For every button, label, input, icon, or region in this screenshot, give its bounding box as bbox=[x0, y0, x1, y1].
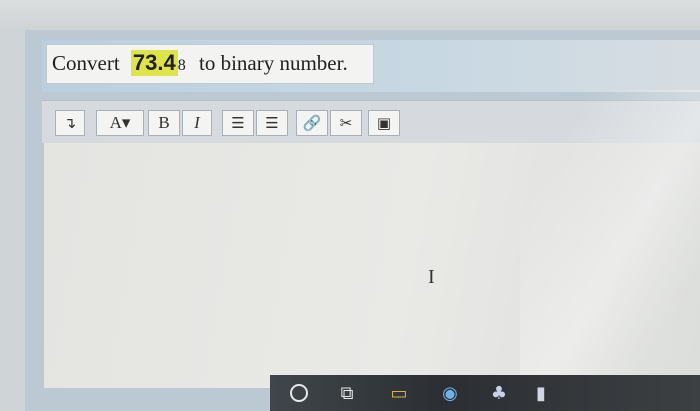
numbered-list-icon: ☰ bbox=[265, 114, 279, 132]
question-prefix: Convert bbox=[52, 51, 120, 75]
file-explorer-icon[interactable]: ▭ bbox=[386, 380, 412, 406]
store-icon[interactable]: ♣ bbox=[486, 380, 512, 406]
question-text: Convert 73.4 8 to binary number. bbox=[52, 50, 348, 76]
numbered-list-button[interactable]: ☰ bbox=[256, 110, 288, 136]
bold-icon: B bbox=[158, 113, 170, 132]
bulleted-list-button[interactable]: ☰ bbox=[222, 110, 254, 136]
task-view-icon[interactable]: ⧉ bbox=[334, 380, 360, 406]
screen-glare bbox=[520, 90, 700, 390]
italic-icon: I bbox=[194, 113, 200, 132]
search-icon[interactable] bbox=[286, 380, 312, 406]
unlink-icon: ✂ bbox=[339, 114, 353, 132]
paragraph-format-button[interactable]: ↴ bbox=[55, 110, 85, 136]
font-color-button[interactable]: A▾ bbox=[96, 110, 144, 136]
insert-image-button[interactable]: ▣ bbox=[368, 110, 400, 136]
paragraph-format-icon: ↴ bbox=[63, 114, 77, 132]
question-suffix: to binary number. bbox=[198, 51, 348, 75]
bold-button[interactable]: B bbox=[148, 110, 180, 136]
remove-link-button[interactable]: ✂ bbox=[330, 110, 362, 136]
italic-button[interactable]: I bbox=[182, 110, 212, 136]
question-base: 8 bbox=[177, 57, 186, 74]
text-cursor-icon: I bbox=[428, 266, 435, 288]
question-number: 73.4 bbox=[130, 50, 178, 76]
insert-link-button[interactable]: 🔗 bbox=[296, 110, 328, 136]
app-icon[interactable]: ▮ bbox=[528, 380, 554, 406]
link-icon: 🔗 bbox=[302, 114, 322, 132]
chrome-icon[interactable]: ◉ bbox=[437, 380, 463, 406]
bulleted-list-icon: ☰ bbox=[231, 114, 245, 132]
image-icon: ▣ bbox=[376, 114, 392, 132]
font-color-icon: A▾ bbox=[109, 113, 131, 132]
browser-top-strip bbox=[0, 0, 700, 30]
